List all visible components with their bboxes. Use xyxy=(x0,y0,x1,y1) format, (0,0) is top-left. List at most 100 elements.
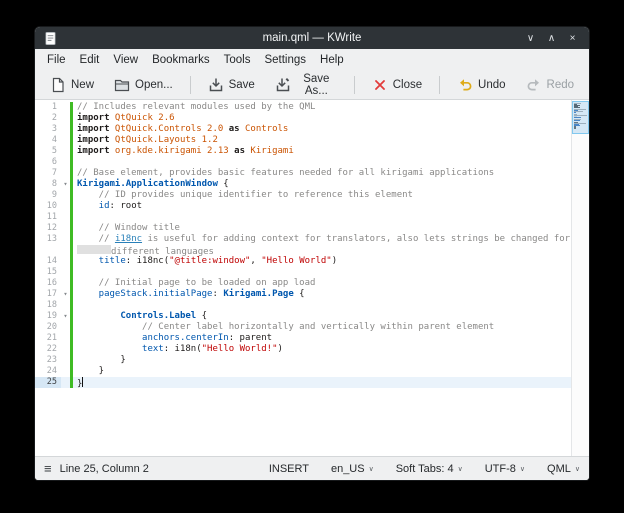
fold-gutter xyxy=(61,201,70,212)
code-line-wrap[interactable]: different languages xyxy=(35,245,571,256)
line-number: 15 xyxy=(35,267,61,278)
fold-gutter xyxy=(61,212,70,223)
line-number: 14 xyxy=(35,256,61,267)
line-number: 19 xyxy=(35,311,61,322)
line-number: 20 xyxy=(35,322,61,333)
code-line-14[interactable]: 14 title: i18nc("@title:window", "Hello … xyxy=(35,256,571,267)
menu-help[interactable]: Help xyxy=(313,52,351,68)
code-line-3[interactable]: 3import QtQuick.Controls 2.0 as Controls xyxy=(35,124,571,135)
line-number: 5 xyxy=(35,146,61,157)
code-line-24[interactable]: 24 } xyxy=(35,366,571,377)
status-dictionary-label: en_US xyxy=(331,463,365,475)
code-segment: // xyxy=(77,234,115,244)
line-number: 3 xyxy=(35,124,61,135)
fold-arrow-icon[interactable]: ▾ xyxy=(61,311,70,322)
code-text: // Initial page to be loaded on app load xyxy=(73,278,315,289)
code-line-2[interactable]: 2import QtQuick 2.6 xyxy=(35,113,571,124)
code-text: import org.kde.kirigami 2.13 as Kirigami xyxy=(73,146,294,157)
code-line-22[interactable]: 22 text: i18n("Hello World!") xyxy=(35,344,571,355)
code-segment: as xyxy=(223,124,239,134)
new-button[interactable]: New xyxy=(41,73,103,97)
code-segment: "Hello World!" xyxy=(202,344,278,354)
menu-edit[interactable]: Edit xyxy=(73,52,107,68)
code-segment: "Hello World" xyxy=(261,256,331,266)
wrap-indent-marker xyxy=(77,245,111,254)
close-button[interactable]: Close xyxy=(363,73,431,97)
line-number: 12 xyxy=(35,223,61,234)
code-line-18[interactable]: 18 xyxy=(35,300,571,311)
code-line-19[interactable]: 19▾ Controls.Label { xyxy=(35,311,571,322)
scrollbar-minimap[interactable] xyxy=(571,100,589,456)
fold-gutter xyxy=(61,377,70,388)
menu-tools[interactable]: Tools xyxy=(217,52,258,68)
fold-gutter xyxy=(61,223,70,234)
cursor-position[interactable]: Line 25, Column 2 xyxy=(60,463,149,475)
save-as-button[interactable]: Save As... xyxy=(266,69,346,101)
fold-gutter xyxy=(61,146,70,157)
titlebar[interactable]: main.qml — KWrite ∨∧× xyxy=(35,27,589,49)
code-line-16[interactable]: 16 // Initial page to be loaded on app l… xyxy=(35,278,571,289)
code-text: // Includes relevant modules used by the… xyxy=(73,102,315,113)
redo-button: Redo xyxy=(517,73,584,97)
code-line-11[interactable]: 11 xyxy=(35,212,571,223)
code-line-1[interactable]: 1 // Includes relevant modules used by th… xyxy=(35,102,571,113)
save-button[interactable]: Save xyxy=(199,73,264,97)
code-line-6[interactable]: 6 xyxy=(35,157,571,168)
close-button[interactable]: × xyxy=(564,33,581,44)
code-line-23[interactable]: 23 } xyxy=(35,355,571,366)
fold-arrow-icon[interactable]: ▾ xyxy=(61,179,70,190)
fold-gutter xyxy=(61,234,70,245)
status-dictionary[interactable]: en_US∨ xyxy=(331,463,374,475)
code-segment: anchors.centerIn xyxy=(77,333,229,343)
menu-bookmarks[interactable]: Bookmarks xyxy=(145,52,217,68)
fold-gutter xyxy=(61,102,70,113)
code-line-25[interactable]: 25} xyxy=(35,377,571,388)
statusbar-right: INSERTen_US∨Soft Tabs: 4∨UTF-8∨QML∨ xyxy=(269,463,580,475)
fold-gutter xyxy=(61,278,70,289)
chevron-down-icon: ∨ xyxy=(458,464,463,473)
fold-gutter xyxy=(61,322,70,333)
minimap-slider[interactable] xyxy=(572,101,589,134)
code-line-7[interactable]: 7// Base element, provides basic feature… xyxy=(35,168,571,179)
code-line-21[interactable]: 21 anchors.centerIn: parent xyxy=(35,333,571,344)
code-line-10[interactable]: 10 id: root xyxy=(35,201,571,212)
code-line-5[interactable]: 5 import org.kde.kirigami 2.13 as Kirigam… xyxy=(35,146,571,157)
menu-file[interactable]: File xyxy=(40,52,73,68)
code-line-17[interactable]: 17▾ pageStack.initialPage: Kirigami.Page… xyxy=(35,289,571,300)
redo-icon xyxy=(526,77,542,93)
text-cursor xyxy=(82,377,83,387)
code-line-15[interactable]: 15 xyxy=(35,267,571,278)
code-line-9[interactable]: 9 // ID provides unique identifier to re… xyxy=(35,190,571,201)
undo-button[interactable]: Undo xyxy=(448,73,515,97)
code-text: title: i18nc("@title:window", "Hello Wor… xyxy=(73,256,337,267)
code-rows[interactable]: 1 // Includes relevant modules used by th… xyxy=(35,100,571,456)
line-number: 1 xyxy=(35,102,61,113)
code-line-12[interactable]: 12 // Window title xyxy=(35,223,571,234)
line-number: 16 xyxy=(35,278,61,289)
status-encoding[interactable]: UTF-8∨ xyxy=(485,463,525,475)
status-insert-mode[interactable]: INSERT xyxy=(269,463,309,475)
code-text: text: i18n("Hello World!") xyxy=(73,344,283,355)
line-number: 18 xyxy=(35,300,61,311)
line-number: 9 xyxy=(35,190,61,201)
open-button[interactable]: Open... xyxy=(105,73,182,97)
statusbar-menu-icon[interactable]: ≡ xyxy=(44,461,52,476)
code-text: // Base element, provides basic features… xyxy=(73,168,494,179)
code-segment: : root xyxy=(110,201,143,211)
menu-view[interactable]: View xyxy=(106,52,145,68)
code-segment: import xyxy=(77,146,110,156)
fold-arrow-icon[interactable]: ▾ xyxy=(61,289,70,300)
code-line-13[interactable]: 13 // i18nc is useful for adding context… xyxy=(35,234,571,245)
editor[interactable]: 1 // Includes relevant modules used by th… xyxy=(35,100,589,456)
status-syntax-mode[interactable]: QML∨ xyxy=(547,463,580,475)
code-line-4[interactable]: 4import QtQuick.Layouts 1.2 xyxy=(35,135,571,146)
minimize-button[interactable]: ∨ xyxy=(522,33,539,44)
code-line-20[interactable]: 20 // Center label horizontally and vert… xyxy=(35,322,571,333)
menu-settings[interactable]: Settings xyxy=(257,52,313,68)
code-segment: // Center label horizontally and vertica… xyxy=(77,322,494,332)
code-line-8[interactable]: 8▾Kirigami.ApplicationWindow { xyxy=(35,179,571,190)
status-tab-settings[interactable]: Soft Tabs: 4∨ xyxy=(396,463,463,475)
toolbar-separator xyxy=(354,76,355,94)
maximize-button[interactable]: ∧ xyxy=(543,33,560,44)
code-segment: QtQuick.Layouts 1.2 xyxy=(110,135,218,145)
